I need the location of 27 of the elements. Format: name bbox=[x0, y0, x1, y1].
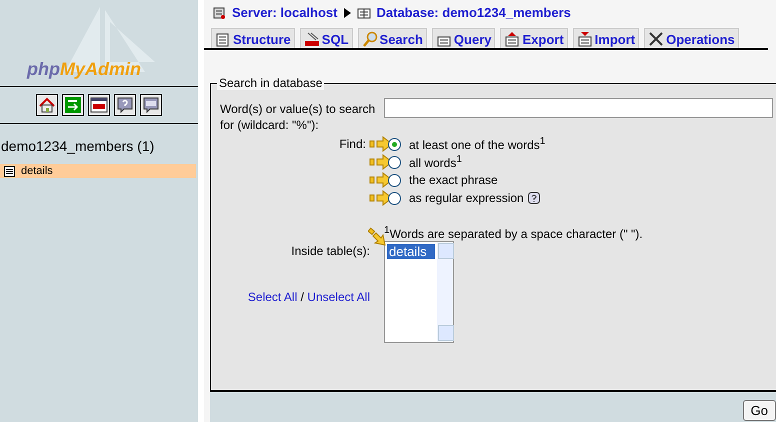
table-list[interactable]: details bbox=[384, 241, 454, 343]
footnote-text: $^{1}$Words are separated by a space character (" "). bbox=[384, 225, 644, 241]
search-label: Word(s) or value(s) to search for (wildcard: "%"): bbox=[219, 101, 376, 133]
option-label: all words$^{1}$ bbox=[409, 154, 462, 170]
tab[interactable]: Search bbox=[358, 28, 427, 48]
select-all-link[interactable]: Select All bbox=[248, 290, 298, 304]
unselect-all-link[interactable]: Unselect All bbox=[307, 290, 370, 304]
option-label: at least one of the words$^{1}$ bbox=[409, 136, 546, 152]
go-button[interactable]: Go bbox=[742, 400, 776, 420]
list-option[interactable]: details bbox=[387, 244, 435, 259]
table-item[interactable]: details bbox=[0, 164, 196, 178]
tab[interactable]: Query bbox=[432, 28, 496, 48]
breadcrumb-link[interactable]: Database: demo1234_members bbox=[376, 5, 571, 20]
option-label: the exact phrase bbox=[409, 173, 498, 187]
fieldset-legend: Search in database bbox=[217, 76, 324, 90]
find-label: Find: bbox=[339, 137, 366, 151]
database-name[interactable]: demo1234_members (1) bbox=[0, 124, 198, 164]
tab[interactable]: SQL bbox=[300, 28, 353, 48]
link-separator: / bbox=[300, 290, 304, 304]
tab[interactable]: Operations bbox=[644, 28, 739, 48]
breadcrumb-link[interactable]: Server: localhost bbox=[232, 5, 338, 20]
tab[interactable]: Import bbox=[572, 28, 640, 48]
logo-text: phpMyAdmin bbox=[27, 59, 141, 80]
tables-label: Inside table(s): bbox=[291, 244, 370, 258]
option-label: as regular expression bbox=[409, 191, 524, 205]
tab[interactable]: Structure bbox=[211, 28, 295, 48]
tab[interactable]: Export bbox=[500, 28, 568, 48]
